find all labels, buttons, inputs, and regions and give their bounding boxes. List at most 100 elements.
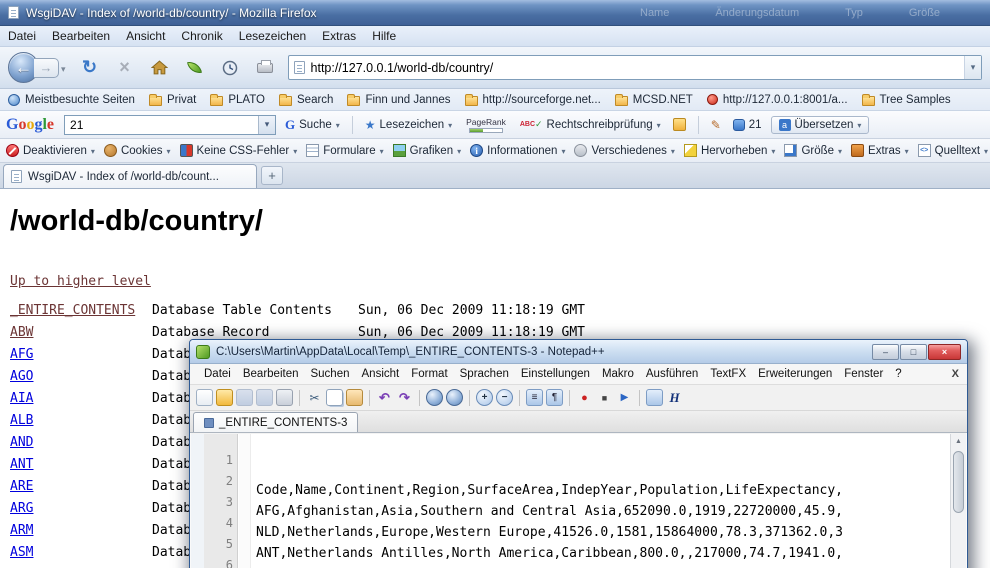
google-search-value[interactable]: 21 <box>65 118 258 132</box>
webdev-menu-item[interactable]: Informationen <box>470 144 565 157</box>
cut-icon[interactable]: ✂ <box>306 389 323 406</box>
autofill-icon[interactable] <box>708 118 724 132</box>
dropdown-icon[interactable] <box>167 145 171 157</box>
firefox-titlebar[interactable]: WsgiDAV - Index of /world-db/country/ - … <box>0 0 990 26</box>
notepad-menu-item[interactable]: Ansicht <box>356 368 406 380</box>
dropdown-icon[interactable] <box>380 145 384 157</box>
spellcheck-button[interactable]: Rechtschreibprüfung <box>517 119 664 131</box>
show-symbols-icon[interactable]: ¶ <box>546 389 563 406</box>
webdev-menu-item[interactable]: Formulare <box>306 144 383 157</box>
menu-item[interactable]: Lesezeichen <box>231 26 314 47</box>
notepad-menu-item[interactable]: Sprachen <box>454 368 515 380</box>
bookmark-item[interactable]: Search <box>279 94 333 106</box>
new-tab-button[interactable] <box>261 166 283 185</box>
dropdown-icon[interactable] <box>91 145 95 157</box>
webdev-menu-item[interactable]: Hervorheben <box>684 144 776 157</box>
bookmark-item[interactable]: http://127.0.0.1:8001/a... <box>707 94 848 106</box>
separator[interactable] <box>369 390 370 406</box>
notepad-menu-item[interactable]: ? <box>889 368 907 380</box>
print-button[interactable] <box>254 57 276 79</box>
dropdown-icon[interactable] <box>293 145 297 157</box>
record-macro-icon[interactable]: ● <box>576 389 593 406</box>
send-to-icon[interactable] <box>673 118 686 131</box>
editor-scrollbar[interactable] <box>950 434 966 568</box>
entry-link[interactable]: ARE <box>10 479 152 494</box>
copy-icon[interactable] <box>326 389 343 406</box>
notepad-editor[interactable]: 1 Code,Name,Continent,Region,SurfaceArea… <box>191 434 966 568</box>
google-bookmarks-button[interactable]: Lesezeichen <box>362 118 455 132</box>
webdev-menu-item[interactable]: Cookies <box>104 144 171 157</box>
entry-link[interactable]: AND <box>10 435 152 450</box>
entry-link[interactable]: ARM <box>10 523 152 538</box>
minimize-button[interactable]: – <box>872 344 899 360</box>
close-document-button[interactable]: X <box>952 368 959 380</box>
webdev-menu-item[interactable]: Quelltext <box>918 144 988 157</box>
entry-link[interactable]: ASM <box>10 545 152 560</box>
stop-macro-icon[interactable]: ■ <box>596 389 613 406</box>
webdev-menu-item[interactable]: Deaktivieren <box>6 144 95 157</box>
notepad-menu-item[interactable]: Format <box>405 368 453 380</box>
up-to-higher-level-link[interactable]: Up to higher level <box>10 274 151 289</box>
menu-item[interactable]: Ansicht <box>118 26 173 47</box>
url-bar[interactable]: http://127.0.0.1/world-db/country/ <box>288 55 982 80</box>
notepad-menu-item[interactable]: Fenster <box>838 368 889 380</box>
new-file-icon[interactable] <box>196 389 213 406</box>
notepad-menu-item[interactable]: Makro <box>596 368 640 380</box>
history-dropdown-icon[interactable] <box>61 59 66 77</box>
forward-button[interactable] <box>34 58 59 78</box>
separator[interactable] <box>299 390 300 406</box>
undo-icon[interactable]: ↶ <box>376 389 393 406</box>
webdev-menu-item[interactable]: Extras <box>851 144 909 157</box>
entry-link[interactable]: ALB <box>10 413 152 428</box>
menu-item[interactable]: Hilfe <box>364 26 404 47</box>
webdev-menu-item[interactable]: Grafiken <box>393 144 461 157</box>
menu-item[interactable]: Bearbeiten <box>44 26 118 47</box>
dropdown-icon[interactable] <box>905 145 909 157</box>
entry-link[interactable]: AGO <box>10 369 152 384</box>
notepad-menu-item[interactable]: Suchen <box>304 368 355 380</box>
google-search-input[interactable]: 21 <box>64 115 276 135</box>
notepad-menu-item[interactable]: Erweiterungen <box>752 368 838 380</box>
entry-link[interactable]: AIA <box>10 391 152 406</box>
menu-item[interactable]: Datei <box>0 26 44 47</box>
reload-button[interactable] <box>79 57 101 79</box>
notepad-menu-item[interactable]: Datei <box>198 368 237 380</box>
save-all-icon[interactable] <box>256 389 273 406</box>
dropdown-icon[interactable] <box>336 119 340 131</box>
save-icon[interactable] <box>236 389 253 406</box>
history-button[interactable] <box>219 57 241 79</box>
separator[interactable] <box>639 390 640 406</box>
menu-item[interactable]: Extras <box>314 26 364 47</box>
zoom-in-icon[interactable]: + <box>476 389 493 406</box>
notepad-menu-item[interactable]: Ausführen <box>640 368 704 380</box>
separator[interactable] <box>469 390 470 406</box>
paste-icon[interactable] <box>346 389 363 406</box>
separator[interactable] <box>419 390 420 406</box>
scroll-up-arrow[interactable] <box>951 434 966 449</box>
redo-icon[interactable]: ↷ <box>396 389 413 406</box>
menu-item[interactable]: Chronik <box>173 26 230 47</box>
dropdown-icon[interactable] <box>561 145 565 157</box>
urlbar-dropdown[interactable] <box>964 56 981 79</box>
stop-button[interactable] <box>114 57 136 79</box>
dropdown-icon[interactable] <box>457 145 461 157</box>
dropdown-icon[interactable] <box>657 119 661 131</box>
entry-link[interactable]: ANT <box>10 457 152 472</box>
notepad-menu-item[interactable]: Einstellungen <box>515 368 596 380</box>
dropdown-icon[interactable] <box>448 119 452 131</box>
notepad-titlebar[interactable]: C:\Users\Martin\AppData\Local\Temp\_ENTI… <box>190 340 967 364</box>
notepad-document-tab[interactable]: _ENTIRE_CONTENTS-3 <box>193 412 358 432</box>
feed-button[interactable] <box>184 57 206 79</box>
entry-link[interactable]: ABW <box>10 325 152 340</box>
translate-button[interactable]: Übersetzen <box>771 116 870 134</box>
scroll-thumb[interactable] <box>953 451 964 513</box>
dropdown-icon[interactable] <box>671 145 675 157</box>
zoom-out-icon[interactable]: − <box>496 389 513 406</box>
bookmark-item[interactable]: http://sourceforge.net... <box>465 94 601 106</box>
google-search-button[interactable]: Suche <box>282 117 343 133</box>
entry-link[interactable]: _ENTIRE_CONTENTS <box>10 303 152 318</box>
counter-badge[interactable]: 21 <box>730 119 765 131</box>
webdev-menu-item[interactable]: Keine CSS-Fehler <box>180 144 298 157</box>
dropdown-icon[interactable] <box>984 145 988 157</box>
bookmark-item[interactable]: Tree Samples <box>862 94 951 106</box>
